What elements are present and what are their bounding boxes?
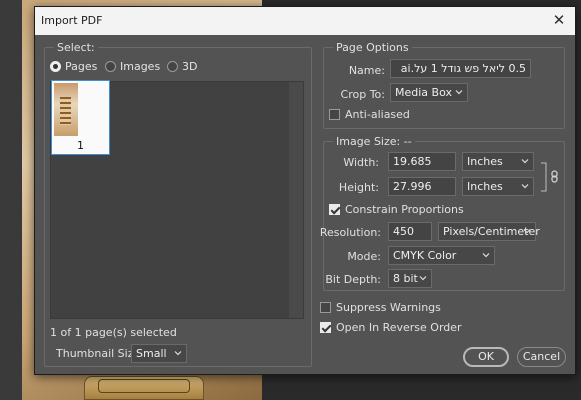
chevron-down-icon [521, 157, 529, 165]
chevron-down-icon [523, 227, 531, 235]
suppress-warnings-box[interactable] [320, 302, 331, 313]
crop-to-value: Media Box [395, 86, 452, 99]
image-size-label: Image Size: -- [333, 135, 415, 148]
selection-status: 1 of 1 page(s) selected [50, 326, 177, 339]
dialog-titlebar[interactable]: Import PDF ✕ [35, 7, 575, 35]
thumbnail-size-select[interactable]: Small [131, 344, 187, 363]
page-options-label: Page Options [333, 41, 412, 54]
constrain-proportions-checkbox[interactable]: Constrain Proportions [329, 203, 464, 216]
radio-3d[interactable]: 3D [167, 60, 197, 73]
resolution-label: Resolution: [319, 226, 381, 239]
radio-images-label: Images [120, 60, 161, 73]
height-unit-select[interactable]: Inches [462, 177, 534, 196]
mode-value: CMYK Color [393, 249, 457, 262]
radio-pages[interactable]: Pages [50, 60, 97, 73]
radio-images-indicator[interactable] [105, 61, 116, 72]
background-ornament-frame [98, 379, 190, 393]
chain-link-icon[interactable] [540, 162, 562, 192]
close-icon[interactable]: ✕ [551, 12, 567, 28]
mode-label: Mode: [347, 250, 381, 263]
thumbnail-size-value: Small [136, 347, 167, 360]
resolution-unit-select[interactable]: Pixels/Centimeter [438, 222, 540, 241]
background-panel-strip [0, 0, 22, 400]
suppress-warnings-checkbox[interactable]: Suppress Warnings [320, 301, 441, 314]
cancel-button[interactable]: Cancel [517, 347, 566, 367]
select-group-label: Select: [54, 41, 98, 54]
chevron-down-icon [521, 182, 529, 190]
height-unit-value: Inches [467, 180, 503, 193]
constrain-proportions-box[interactable] [329, 204, 340, 215]
width-unit-select[interactable]: Inches [462, 152, 534, 171]
ok-button[interactable]: OK [463, 347, 509, 367]
page-thumbnail[interactable]: 1 [51, 80, 110, 155]
constrain-proportions-label: Constrain Proportions [345, 203, 464, 216]
thumbnail-scrollbar[interactable] [289, 82, 303, 318]
radio-pages-indicator[interactable] [50, 61, 61, 72]
radio-pages-label: Pages [65, 60, 98, 73]
import-pdf-dialog: Import PDF ✕ Select: Pages Images 3D 1 1… [34, 6, 576, 375]
chevron-down-icon [455, 88, 463, 96]
name-field[interactable]: 0.5 ליאל פש גודל 1 על.ai [390, 59, 531, 78]
reverse-order-label: Open In Reverse Order [336, 321, 462, 334]
crop-to-label: Crop To: [340, 88, 385, 101]
height-label: Height: [338, 181, 379, 194]
radio-images[interactable]: Images [105, 60, 160, 73]
bit-depth-label: Bit Depth: [325, 273, 381, 286]
reverse-order-checkbox[interactable]: Open In Reverse Order [320, 321, 462, 334]
reverse-order-box[interactable] [320, 322, 331, 333]
bit-depth-select[interactable]: 8 bit [388, 269, 432, 288]
resolution-field[interactable]: 450 [388, 222, 432, 241]
anti-aliased-box[interactable] [329, 109, 340, 120]
height-field[interactable]: 27.996 [388, 177, 456, 196]
chevron-down-icon [419, 274, 427, 282]
anti-aliased-checkbox[interactable]: Anti-aliased [329, 108, 410, 121]
width-label: Width: [343, 156, 379, 169]
width-unit-value: Inches [467, 155, 503, 168]
radio-3d-indicator[interactable] [167, 61, 178, 72]
chevron-down-icon [174, 349, 182, 357]
width-field[interactable]: 19.685 [388, 152, 456, 171]
page-thumbnail-number: 1 [77, 139, 84, 152]
bit-depth-value: 8 bit [393, 272, 418, 285]
mode-select[interactable]: CMYK Color [388, 246, 495, 265]
suppress-warnings-label: Suppress Warnings [336, 301, 441, 314]
chevron-down-icon [482, 251, 490, 259]
anti-aliased-label: Anti-aliased [345, 108, 410, 121]
page-thumbnail-image [54, 83, 78, 136]
name-label: Name: [348, 64, 385, 77]
dialog-title: Import PDF [41, 14, 103, 27]
radio-3d-label: 3D [182, 60, 198, 73]
crop-to-select[interactable]: Media Box [390, 83, 468, 102]
